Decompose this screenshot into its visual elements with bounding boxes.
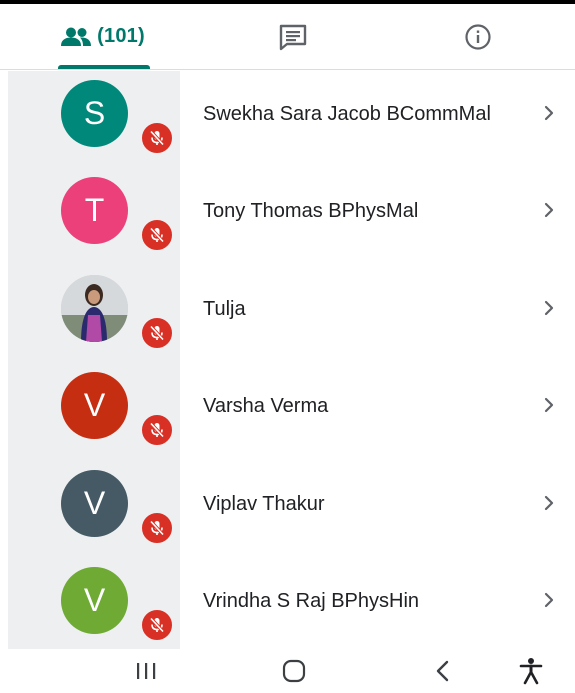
- avatar: S: [61, 80, 128, 147]
- participant-row[interactable]: V Varsha Verma: [0, 363, 575, 460]
- participant-row[interactable]: V Vrindha S Raj BPhysHin: [0, 558, 575, 649]
- participant-row[interactable]: Tulja: [0, 266, 575, 363]
- mic-off-icon: [149, 227, 165, 244]
- tab-chat[interactable]: [206, 4, 380, 69]
- participant-name: Viplav Thakur: [203, 492, 325, 515]
- avatar-initial: V: [83, 582, 106, 618]
- avatar-initial: S: [83, 95, 106, 131]
- avatar-initial: V: [83, 387, 106, 424]
- participant-row[interactable]: T Tony Thomas BPhysMal: [0, 168, 575, 265]
- participant-row[interactable]: S Swekha Sara Jacob BCommMal: [0, 71, 575, 168]
- participant-row[interactable]: V Viplav Thakur: [0, 461, 575, 558]
- avatar: V: [61, 567, 128, 634]
- participant-name: Vrindha S Raj BPhysHin: [203, 590, 420, 612]
- home-button[interactable]: [276, 649, 312, 693]
- avatar: V: [61, 469, 128, 537]
- mic-off-badge: [140, 608, 174, 642]
- avatar: [61, 274, 128, 342]
- tab-bar: (101): [0, 4, 575, 70]
- mic-off-icon: [149, 130, 165, 146]
- avatar-initial: V: [83, 484, 106, 521]
- tab-people[interactable]: (101): [0, 4, 206, 69]
- participant-name: Varsha Verma: [203, 395, 329, 418]
- mic-off-badge: [140, 121, 174, 155]
- avatar-initial: T: [84, 192, 105, 229]
- chevron-right-icon[interactable]: [541, 495, 557, 511]
- participant-name: Tulja: [203, 297, 246, 320]
- mic-off-icon: [149, 519, 165, 536]
- chevron-right-icon[interactable]: [541, 592, 557, 608]
- active-tab-indicator: [58, 65, 150, 69]
- chevron-right-icon[interactable]: [541, 105, 557, 121]
- back-icon: [436, 660, 449, 682]
- mic-off-badge: [140, 413, 174, 448]
- participant-list: S Swekha Sara Jacob BCommMal T Tony Thomas …: [0, 71, 575, 649]
- participant-name: Swekha Sara Jacob BCommMal: [203, 103, 491, 125]
- mic-off-badge: [140, 510, 174, 545]
- mic-off-icon: [149, 617, 165, 633]
- chevron-right-icon[interactable]: [541, 202, 557, 218]
- avatar: T: [61, 177, 128, 245]
- people-icon: [61, 27, 92, 46]
- mic-off-badge: [140, 218, 174, 253]
- chat-icon: [279, 24, 307, 50]
- mic-off-icon: [149, 422, 165, 438]
- recents-button[interactable]: [128, 649, 164, 693]
- accessibility-button[interactable]: [513, 649, 549, 693]
- accessibility-icon: [519, 658, 543, 685]
- mic-off-icon: [149, 325, 165, 341]
- system-nav-bar: [0, 649, 575, 693]
- mic-off-badge: [140, 315, 174, 350]
- avatar: V: [61, 372, 128, 440]
- chevron-right-icon[interactable]: [541, 397, 557, 413]
- profile-photo: [61, 274, 128, 342]
- chevron-right-icon[interactable]: [541, 300, 557, 316]
- participant-count: (101): [97, 25, 145, 47]
- participant-name: Tony Thomas BPhysMal: [203, 200, 419, 223]
- home-icon: [282, 659, 306, 683]
- tab-info[interactable]: [380, 4, 575, 69]
- back-button[interactable]: [425, 649, 461, 693]
- recents-icon: [137, 663, 156, 679]
- info-icon: [464, 23, 491, 50]
